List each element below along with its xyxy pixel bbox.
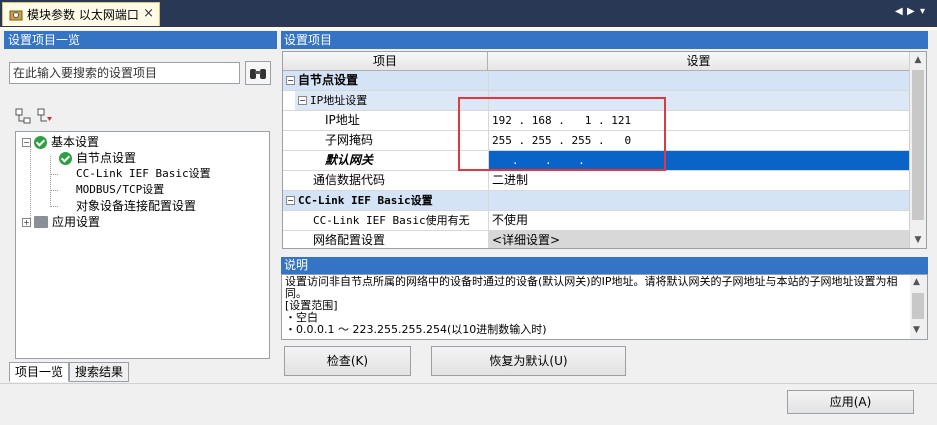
grid-row-cc-link-use[interactable]: CC-Link IEF Basic使用有无 不使用: [283, 211, 910, 231]
description-box: 设置访问非自节点所属的网络中的设备时通过的设备(默认网关)的IP地址。请将默认网…: [281, 274, 928, 340]
scroll-up-icon[interactable]: ▲: [913, 277, 920, 287]
expand-all-button[interactable]: [14, 107, 32, 125]
row-label: 自节点设置: [298, 73, 359, 87]
tree-item-label: 应用设置: [52, 215, 101, 229]
setting-items-header: 设置项目: [281, 31, 928, 49]
collapse-icon[interactable]: −: [286, 196, 295, 205]
tree-item-label: 自节点设置: [76, 151, 137, 165]
column-header-setting[interactable]: 设置: [488, 52, 910, 71]
binoculars-icon: [250, 69, 266, 79]
description-line: [设置范围]: [285, 299, 338, 312]
row-label: CC-Link IEF Basic使用有无: [283, 211, 488, 231]
document-tab-strip: 模块参数 以太网端口 × ◀ ▶ ▾: [0, 0, 937, 27]
grid-scrollbar[interactable]: ▲ ▼: [909, 52, 926, 248]
tree-item-cc-link[interactable]: CC-Link IEF Basic设置: [76, 166, 211, 182]
tree-item-label: 基本设置: [51, 135, 100, 149]
collapse-icon[interactable]: −: [286, 76, 295, 85]
description-line: ・0.0.0.1 ～ 223.255.255.254(以10进制数输入时): [285, 323, 547, 336]
collapse-icon[interactable]: −: [298, 96, 307, 105]
folder-icon: [34, 216, 48, 228]
scrollbar-thumb[interactable]: [912, 70, 924, 220]
cc-link-use-value[interactable]: 不使用: [488, 211, 910, 231]
search-input[interactable]: 在此输入要搜索的设置项目: [9, 62, 240, 84]
tab-search-results[interactable]: 搜索结果: [69, 362, 130, 382]
tree-item-application-settings[interactable]: + 应用设置: [22, 214, 100, 230]
tree-item-own-node[interactable]: 自节点设置: [59, 150, 136, 166]
tree-item-target-device[interactable]: 对象设备连接配置设置: [76, 198, 196, 214]
tree-item-label: 对象设备连接配置设置: [76, 199, 197, 213]
scroll-right-icon[interactable]: ▶: [907, 6, 915, 17]
expand-icon[interactable]: +: [22, 217, 31, 227]
left-bottom-tabs: 项目一览 搜索结果: [9, 362, 130, 382]
collapse-icon[interactable]: −: [22, 137, 31, 147]
tab-module-parameter[interactable]: 模块参数 以太网端口 ×: [2, 2, 160, 26]
row-label: 通信数据代码: [283, 171, 488, 191]
tree-item-modbus[interactable]: MODBUS/TCP设置: [76, 182, 164, 198]
divider: [0, 383, 937, 384]
restore-default-button[interactable]: 恢复为默认(U): [431, 346, 626, 376]
scrollbar-thumb[interactable]: [912, 293, 924, 319]
description-text: 设置访问非自节点所属的网络中的设备时通过的设备(默认网关)的IP地址。请将默认网…: [285, 276, 907, 336]
tab-underline: [0, 27, 937, 30]
tab-title: 模块参数 以太网端口: [27, 8, 139, 22]
column-header-item[interactable]: 项目: [283, 52, 488, 71]
apply-button[interactable]: 应用(A): [787, 390, 914, 414]
tab-item-list[interactable]: 项目一览: [9, 362, 70, 382]
scroll-down-icon[interactable]: ▼: [910, 232, 926, 248]
scroll-left-icon[interactable]: ◀: [895, 6, 903, 17]
parameter-icon: [9, 8, 23, 22]
tree-item-label: CC-Link IEF Basic设置: [76, 167, 211, 180]
comm-code-value[interactable]: 二进制: [488, 171, 910, 191]
description-scrollbar[interactable]: ▲ ▼: [910, 275, 927, 339]
check-icon: [59, 151, 72, 165]
tab-menu-icon[interactable]: ▾: [920, 6, 925, 17]
collapse-all-button[interactable]: [36, 107, 54, 125]
scroll-up-icon[interactable]: ▲: [910, 52, 926, 68]
grid-row-comm-code[interactable]: 通信数据代码 二进制: [283, 171, 910, 191]
tree-item-basic-settings[interactable]: − 基本设置: [22, 134, 99, 150]
scroll-down-icon[interactable]: ▼: [913, 325, 920, 335]
binoculars-search-button[interactable]: [245, 61, 271, 85]
check-button[interactable]: 检查(K): [284, 346, 411, 376]
settings-list-header: 设置项目一览: [4, 31, 277, 49]
tree-item-label: MODBUS/TCP设置: [76, 183, 165, 196]
highlight-box: [458, 97, 666, 171]
collapse-tree-icon: [37, 108, 52, 122]
close-icon[interactable]: ×: [143, 6, 154, 21]
row-label: IP地址设置: [310, 94, 368, 107]
grid-row-own-node[interactable]: − 自节点设置: [283, 71, 910, 91]
grid-row-network-config[interactable]: 网络配置设置 <详细设置>: [283, 231, 910, 248]
description-header: 说明: [281, 257, 928, 274]
row-label: CC-Link IEF Basic设置: [298, 194, 433, 207]
settings-tree: − 基本设置 自节点设置 CC-Link IEF Basic设置 MODBUS/…: [15, 131, 270, 359]
grid-row-cc-link-settings[interactable]: − CC-Link IEF Basic设置: [283, 191, 910, 211]
description-line: 设置访问非自节点所属的网络中的设备时通过的设备(默认网关)的IP地址。请将默认网…: [285, 275, 898, 300]
expand-tree-icon: [15, 108, 31, 124]
check-icon: [34, 135, 47, 149]
row-label: 网络配置设置: [283, 231, 488, 248]
network-config-detail-button[interactable]: <详细设置>: [488, 231, 910, 248]
